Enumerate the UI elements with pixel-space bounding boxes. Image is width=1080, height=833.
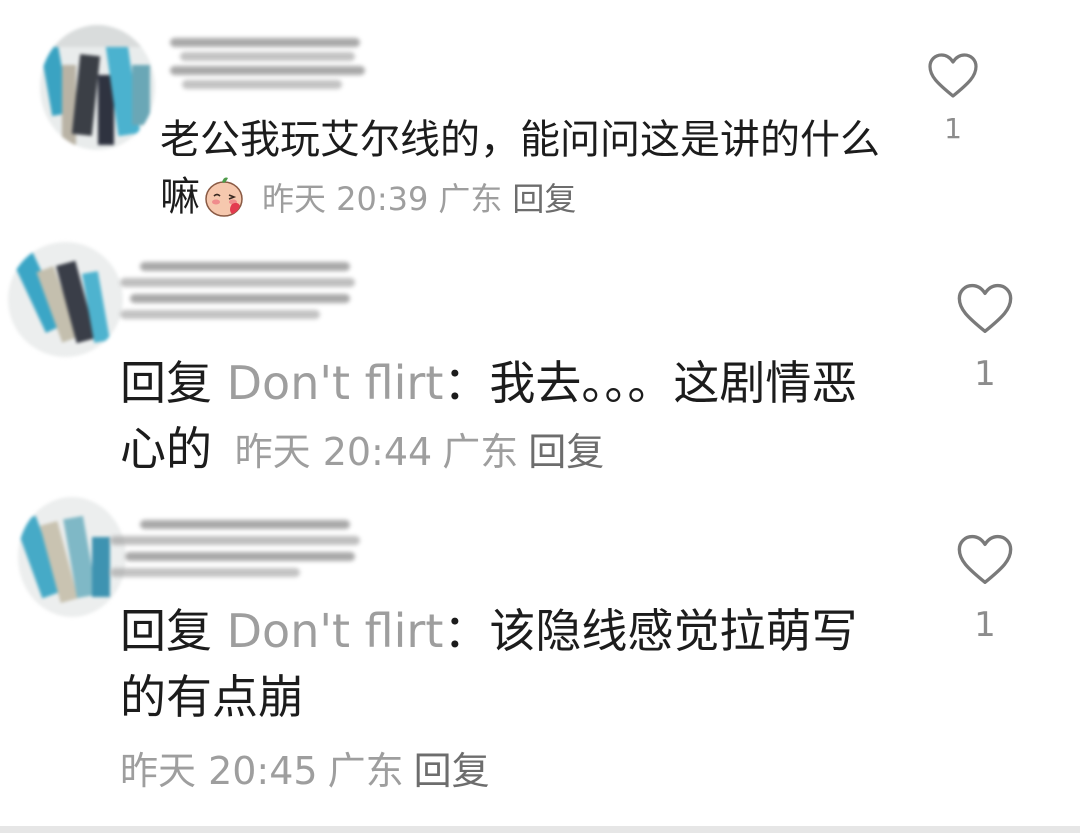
heart-icon [957,534,1013,584]
reply-button[interactable]: 回复 [512,180,576,218]
location: 广东 [327,749,404,793]
username-blurred[interactable] [120,252,360,337]
location: 广东 [438,180,503,218]
bottom-divider [0,826,1080,833]
username-blurred[interactable] [170,30,370,100]
reply-prefix: 回复 [120,356,212,410]
reply-button[interactable]: 回复 [528,430,604,474]
heart-icon [928,53,978,98]
like-button[interactable]: 1 [950,282,1020,394]
reply-prefix: 回复 [120,604,212,658]
username-blurred[interactable] [110,510,365,595]
reply-colon: ： [443,356,490,410]
like-button[interactable]: 1 [950,533,1020,645]
reply-to-user[interactable]: Don't flirt [227,604,444,658]
timestamp: 昨天 20:44 [234,430,433,474]
like-count: 1 [974,354,996,394]
comment-item: 回复 Don't flirt：该隐线感觉拉萌写的有点崩 昨天 20:45 广东 回复… [0,485,1080,825]
avatar[interactable] [40,25,155,150]
like-button[interactable]: 1 [918,52,988,145]
comment-item: 回复 Don't flirt：我去。。。这剧情恶心的 昨天 20:44 广东 回复 … [0,230,1080,485]
timestamp: 昨天 20:45 [120,749,318,793]
comment-item: 老公我玩艾尔线的，能问问这是讲的什么嘛 昨天 20:39 广东 回复 1 [0,0,1080,230]
reply-to-user[interactable]: Don't flirt [227,356,444,410]
comment-body: 回复 Don't flirt：该隐线感觉拉萌写的有点崩 [120,598,860,730]
comment-body: 老公我玩艾尔线的，能问问这是讲的什么嘛 昨天 20:39 广东 回复 [160,112,880,228]
comment-meta: 昨天 20:45 广东 回复 [120,740,500,795]
reply-colon: ： [443,604,490,658]
like-count: 1 [974,605,996,645]
heart-icon [957,283,1013,333]
like-count: 1 [944,112,962,145]
blushing-kiss-emoji-icon [202,174,246,218]
timestamp: 昨天 20:39 [262,180,429,218]
avatar[interactable] [8,242,123,357]
reply-button[interactable]: 回复 [414,749,490,793]
comment-body: 回复 Don't flirt：我去。。。这剧情恶心的 昨天 20:44 广东 回复 [120,350,860,485]
comment-meta: 昨天 20:44 广东 回复 [235,430,615,474]
location: 广东 [442,430,519,474]
comment-meta: 昨天 20:39 广东 回复 [262,180,586,218]
